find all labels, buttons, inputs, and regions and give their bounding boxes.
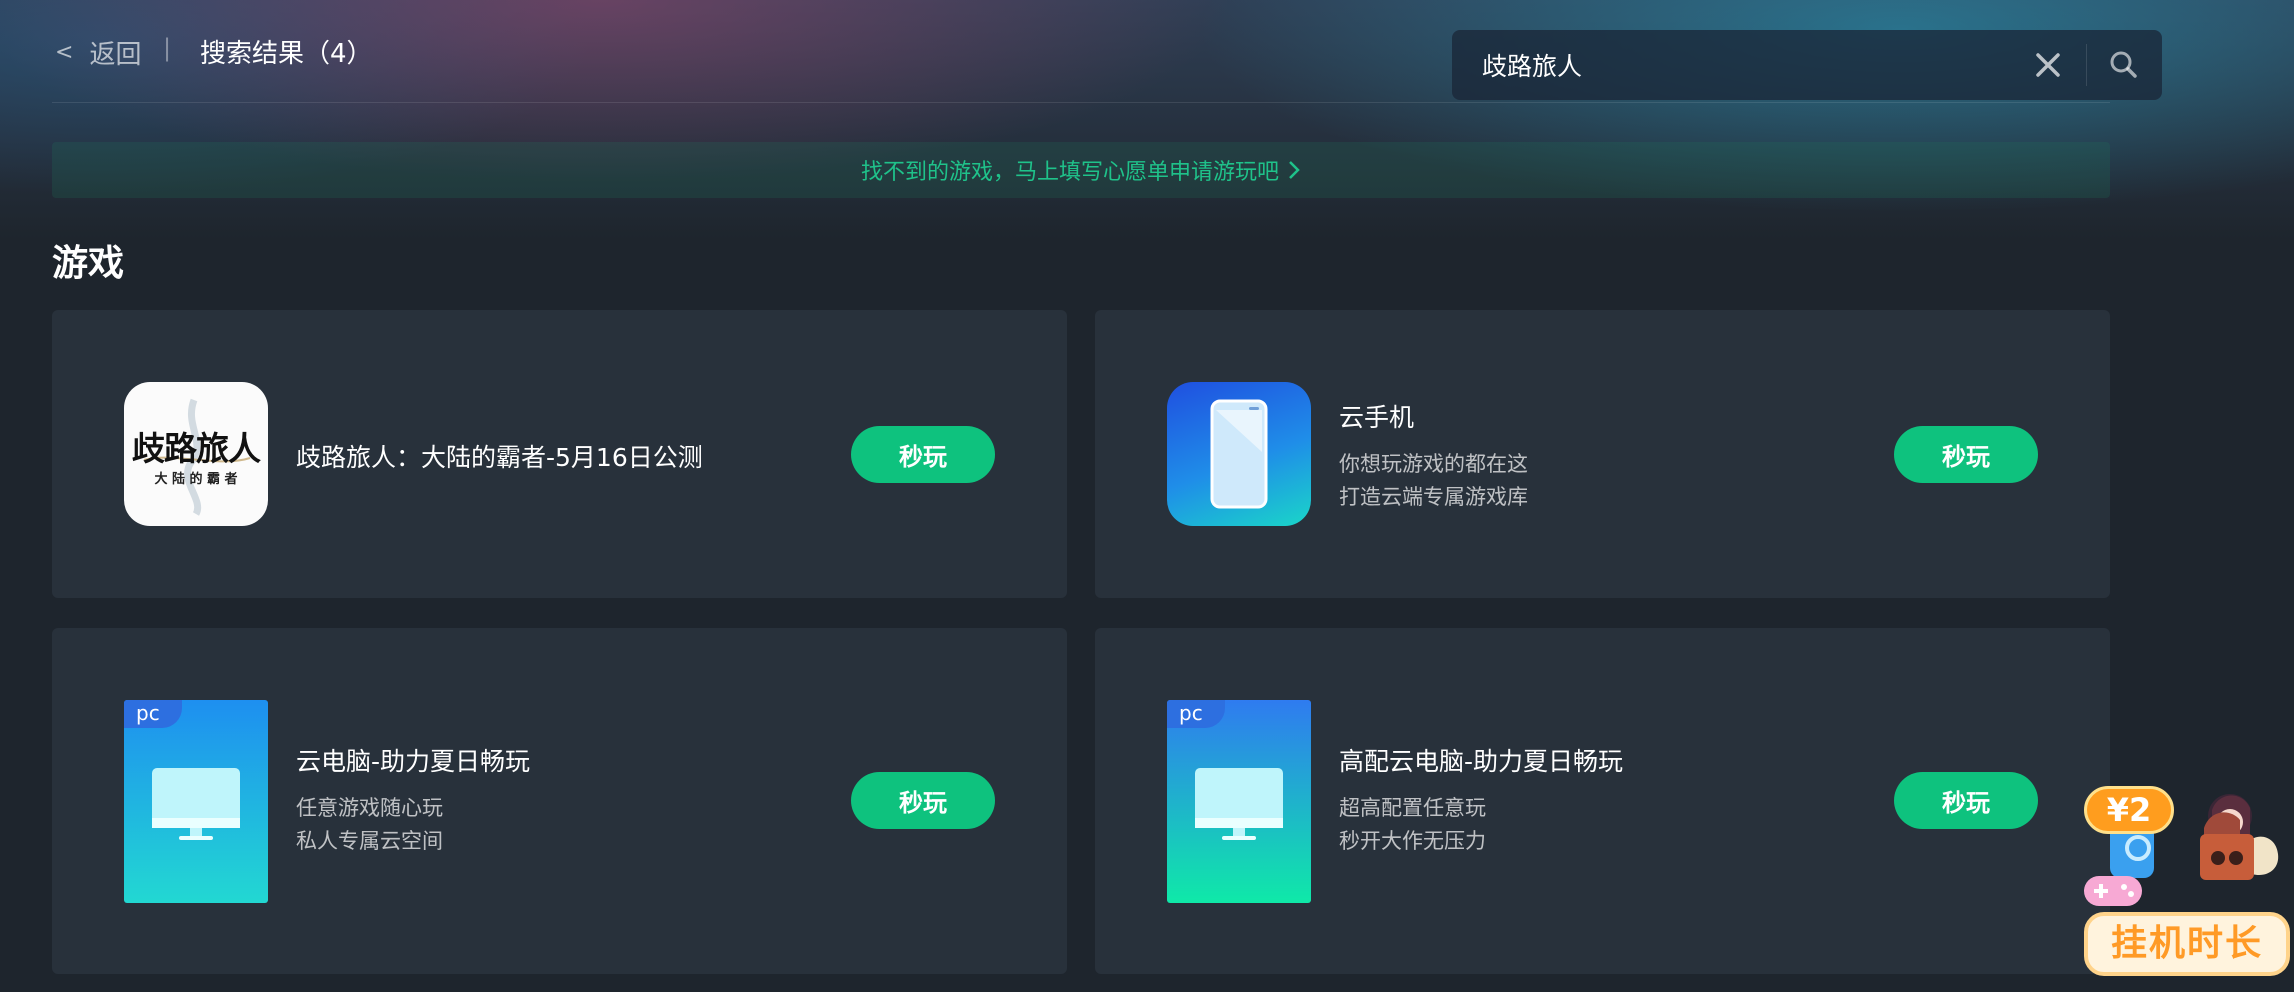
game-description-line: 任意游戏随心玩: [296, 796, 443, 820]
search-icon[interactable]: [2106, 47, 2142, 83]
close-icon[interactable]: [2030, 47, 2066, 83]
play-button[interactable]: 秒玩: [851, 426, 995, 483]
idle-time-label: 挂机时长: [2110, 923, 2263, 964]
chevron-right-icon: [1289, 161, 1300, 179]
play-button[interactable]: 秒玩: [851, 772, 995, 829]
octopath-logo-text: 歧路旅人: [132, 429, 261, 468]
wishlist-banner-text: 找不到的游戏，马上填写心愿单申请游玩吧: [860, 160, 1279, 185]
monitor-icon: pc: [124, 700, 268, 903]
game-name: 云手机: [1339, 403, 1415, 432]
wishlist-banner[interactable]: 找不到的游戏，马上填写心愿单申请游玩吧: [52, 142, 2110, 198]
top-bar: < 返回 | 搜索结果（4）: [52, 0, 2162, 103]
game-description-line: 秒开大作无压力: [1339, 829, 1486, 853]
game-description: 你想玩游戏的都在这 打造云端专属游戏库: [1339, 448, 1528, 514]
phone-icon: [1167, 382, 1311, 526]
play-button[interactable]: 秒玩: [1894, 772, 2038, 829]
game-card[interactable]: 云手机 你想玩游戏的都在这 打造云端专属游戏库 秒玩: [1095, 310, 2110, 598]
game-description: 超高配置任意玩 秒开大作无压力: [1339, 792, 1486, 858]
game-description-line: 你想玩游戏的都在这: [1339, 452, 1528, 476]
search-input[interactable]: [1480, 44, 2024, 86]
breadcrumb-separator: |: [163, 34, 172, 62]
game-description-line: 私人专属云空间: [296, 829, 443, 853]
idle-time-label-box: 挂机时长: [2084, 912, 2290, 976]
game-description: 任意游戏随心玩 私人专属云空间: [296, 792, 443, 858]
game-name: 歧路旅人：大陆的霸者-5月16日公测: [296, 443, 703, 472]
price-text: ¥2: [2106, 791, 2152, 829]
octopath-logo-subtext: 大 陆 的 霸 者: [154, 472, 238, 487]
back-label: 返回: [89, 40, 142, 70]
octopath-logo-icon: 歧路旅人 大 陆 的 霸 者: [124, 382, 268, 526]
game-card[interactable]: pc 高配云电脑-助力夏日畅玩 超高配置任意玩 秒开大作无压力 秒玩: [1095, 628, 2110, 974]
gamepad-icon: [2084, 876, 2142, 906]
game-name: 高配云电脑-助力夏日畅玩: [1339, 747, 1624, 776]
chevron-left-icon: <: [55, 40, 74, 65]
idle-time-promo[interactable]: ¥2 挂机时长: [2080, 770, 2294, 992]
game-description-line: 打造云端专属游戏库: [1339, 485, 1528, 509]
back-button[interactable]: < 返回: [55, 34, 141, 71]
game-card[interactable]: pc 云电脑-助力夏日畅玩 任意游戏随心玩 私人专属云空间 秒玩: [52, 628, 1067, 974]
search-divider: [2086, 44, 2087, 86]
game-description-line: 超高配置任意玩: [1339, 796, 1486, 820]
monitor-icon: pc: [1167, 700, 1311, 903]
game-card[interactable]: 歧路旅人 大 陆 的 霸 者 歧路旅人：大陆的霸者-5月16日公测 秒玩: [52, 310, 1067, 598]
section-title: 游戏: [52, 243, 125, 284]
search-box: [1452, 30, 2162, 100]
play-button[interactable]: 秒玩: [1894, 426, 2038, 483]
page-title: 搜索结果（4）: [200, 39, 373, 69]
price-badge: ¥2: [2084, 786, 2174, 834]
game-name: 云电脑-助力夏日畅玩: [296, 747, 531, 776]
